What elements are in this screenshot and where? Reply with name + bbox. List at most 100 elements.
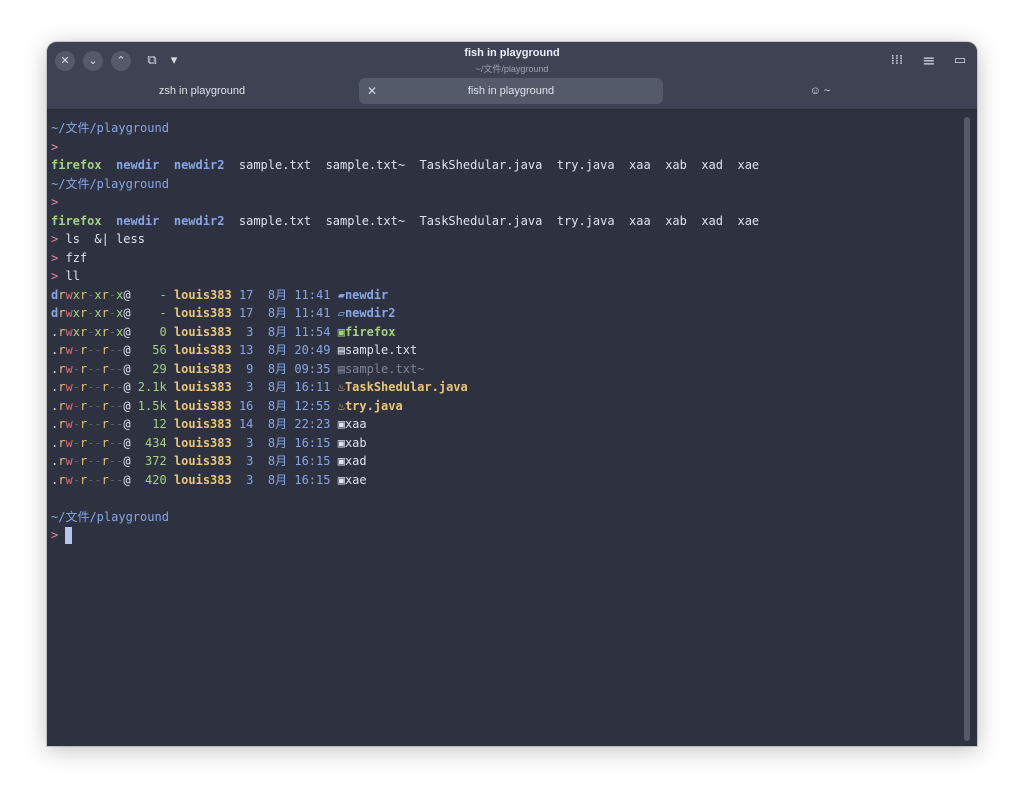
permission-char: r bbox=[101, 417, 109, 431]
date-day: 3 bbox=[231, 472, 254, 487]
listing-row: .rw-r--r--@ 372 louis383 3 8月 16:15 ▣xad bbox=[51, 452, 962, 471]
owner: louis383 bbox=[173, 287, 232, 302]
tab-home[interactable]: ☺ ~ bbox=[673, 78, 967, 104]
title-bar: ✕ ⌄ ⌃ ⧉ ▾ fish in playground ~/文件/playgr… bbox=[47, 42, 977, 110]
file-name: TaskShedular.java bbox=[344, 380, 468, 394]
ls-entry: xaa bbox=[629, 213, 651, 228]
permission-char: - bbox=[72, 435, 80, 450]
permission-char: r bbox=[101, 398, 109, 413]
date-month: 8月 bbox=[267, 380, 288, 394]
owner: louis383 bbox=[173, 472, 232, 487]
permission-char: r bbox=[101, 287, 109, 302]
ls-entry: sample.txt bbox=[238, 158, 312, 172]
permission-char: w bbox=[65, 472, 73, 487]
terminal-button[interactable]: ▭ bbox=[949, 51, 971, 71]
permission-char: w bbox=[65, 324, 73, 339]
permission-char: - bbox=[94, 380, 102, 394]
ls-entry: try.java bbox=[556, 213, 615, 228]
permissions: .rwxr-xr-x@ bbox=[51, 325, 131, 339]
file-name: sample.txt bbox=[344, 343, 418, 357]
file-name: xab bbox=[344, 435, 367, 450]
tab-fish[interactable]: ✕ fish in playground bbox=[359, 78, 663, 104]
owner: louis383 bbox=[173, 417, 232, 431]
permission-char: - bbox=[94, 417, 102, 431]
permission-char: @ bbox=[123, 472, 131, 487]
prompt-path: ~/文件/playground bbox=[51, 121, 169, 135]
command-ls-less: ls &| less bbox=[65, 232, 145, 246]
time: 22:23 bbox=[294, 417, 331, 431]
permission-char: @ bbox=[123, 361, 131, 376]
file-size: - bbox=[130, 287, 167, 302]
permission-char: x bbox=[72, 287, 80, 302]
file-icon: ▤ bbox=[337, 361, 345, 376]
permission-char: @ bbox=[123, 343, 131, 357]
permission-char: w bbox=[65, 380, 73, 394]
permission-char: @ bbox=[123, 324, 131, 339]
window-title: fish in playground bbox=[464, 47, 560, 59]
prompt-symbol: > bbox=[51, 250, 59, 265]
file-name: firefox bbox=[344, 324, 396, 339]
file-icon: ▤ bbox=[337, 343, 345, 357]
permission-char: r bbox=[101, 343, 109, 357]
terminal-window: ✕ ⌄ ⌃ ⧉ ▾ fish in playground ~/文件/playgr… bbox=[47, 42, 977, 746]
command-ll: ll bbox=[65, 269, 80, 283]
overview-button[interactable]: ⁞⁞⁞ bbox=[885, 51, 909, 71]
ls-entry: sample.txt bbox=[238, 213, 312, 228]
prompt-symbol: > bbox=[51, 232, 59, 246]
ls-entry: newdir2 bbox=[173, 213, 225, 228]
ls-entry: sample.txt~ bbox=[325, 213, 406, 228]
file-name: try.java bbox=[344, 398, 403, 413]
date-day: 3 bbox=[231, 324, 254, 339]
prompt-symbol: > bbox=[51, 195, 59, 209]
owner: louis383 bbox=[173, 380, 232, 394]
permission-char: r bbox=[101, 380, 109, 394]
permission-char: - bbox=[72, 380, 80, 394]
time: 16:11 bbox=[294, 380, 331, 394]
date-day: 14 bbox=[231, 417, 254, 431]
file-size: 420 bbox=[130, 472, 167, 487]
owner: louis383 bbox=[173, 435, 232, 450]
tab-zsh[interactable]: zsh in playground bbox=[55, 78, 349, 104]
date-day: 9 bbox=[231, 361, 254, 376]
main-menu-button[interactable]: ≡ bbox=[917, 51, 941, 71]
text-cursor bbox=[65, 527, 73, 544]
date-day: 3 bbox=[231, 435, 254, 450]
ls-entry: xab bbox=[665, 213, 687, 228]
date-day: 16 bbox=[231, 398, 254, 413]
permission-char: r bbox=[101, 324, 109, 339]
permission-char: r bbox=[101, 361, 109, 376]
permission-char: x bbox=[94, 324, 102, 339]
permissions: drwxr-xr-x@ bbox=[51, 306, 131, 320]
tab-label: fish in playground bbox=[467, 85, 555, 97]
permission-char: w bbox=[65, 398, 73, 413]
permission-char: - bbox=[72, 398, 80, 413]
permission-char: x bbox=[94, 287, 102, 302]
file-icon: ▣ bbox=[337, 454, 345, 468]
date-day: 3 bbox=[231, 380, 254, 394]
ll-listing: drwxr-xr-x@ - louis383 17 8月 11:41 ▰newd… bbox=[51, 286, 962, 490]
file-icon: ▰ bbox=[337, 287, 345, 302]
permissions: .rw-r--r--@ bbox=[51, 380, 131, 394]
file-size: 372 bbox=[130, 454, 167, 468]
close-icon[interactable]: ✕ bbox=[367, 78, 377, 104]
command-fzf: fzf bbox=[65, 250, 88, 265]
terminal-output[interactable]: ~/文件/playground > firefox newdir newdir2… bbox=[47, 112, 962, 746]
file-name: xae bbox=[344, 472, 367, 487]
date-month: 8月 bbox=[267, 472, 288, 487]
permission-char: @ bbox=[123, 398, 131, 413]
date-month: 8月 bbox=[267, 287, 288, 302]
scrollbar[interactable] bbox=[964, 117, 970, 741]
owner: louis383 bbox=[173, 361, 232, 376]
date-month: 8月 bbox=[267, 343, 288, 357]
date-month: 8月 bbox=[267, 306, 288, 320]
permission-char: - bbox=[72, 343, 80, 357]
ls-output: firefox newdir newdir2 sample.txt sample… bbox=[51, 156, 962, 175]
permission-char: w bbox=[65, 435, 73, 450]
permissions: .rw-r--r--@ bbox=[51, 399, 131, 413]
permission-char: @ bbox=[123, 287, 131, 302]
permission-char: - bbox=[94, 454, 102, 468]
permissions: .rw-r--r--@ bbox=[51, 454, 131, 468]
date-day: 13 bbox=[231, 343, 254, 357]
ls-entry: xae bbox=[737, 213, 760, 228]
file-size: 434 bbox=[130, 435, 167, 450]
